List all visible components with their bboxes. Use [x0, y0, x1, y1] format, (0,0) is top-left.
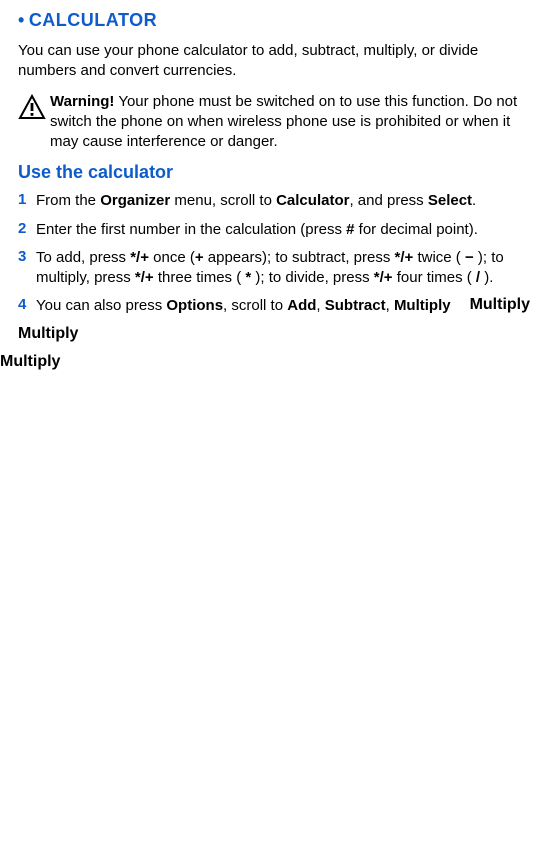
step-number: 2	[18, 220, 36, 237]
step-number: 4	[18, 296, 36, 313]
warning-label: Warning!	[50, 93, 114, 110]
warning-text: Warning! Your phone must be switched on …	[50, 92, 530, 153]
step-text: To add, press */+ once (+ appears); to s…	[36, 248, 530, 289]
step-2: 2 Enter the first number in the calculat…	[18, 220, 530, 240]
step-number: 1	[18, 191, 36, 208]
warning-icon	[18, 94, 46, 120]
intro-paragraph: You can use your phone calculator to add…	[18, 41, 530, 82]
subheading-use: Use the calculator	[18, 162, 530, 183]
step-1: 1 From the Organizer menu, scroll to Cal…	[18, 191, 530, 211]
step-text: You can also press Options, scroll to Ad…	[36, 296, 470, 316]
step-4: 4 You can also press Options, scroll to …	[18, 296, 530, 316]
step-text: From the Organizer menu, scroll to Calcu…	[36, 191, 530, 211]
step-number: 3	[18, 248, 36, 265]
bullet-icon: •	[18, 10, 25, 30]
step-3: 3 To add, press */+ once (+ appears); to…	[18, 248, 530, 289]
warning-block: Warning! Your phone must be switched on …	[18, 92, 530, 153]
section-heading: •CALCULATOR	[18, 10, 530, 31]
step-text: Enter the first number in the calculatio…	[36, 220, 530, 240]
heading-text: CALCULATOR	[29, 10, 157, 30]
